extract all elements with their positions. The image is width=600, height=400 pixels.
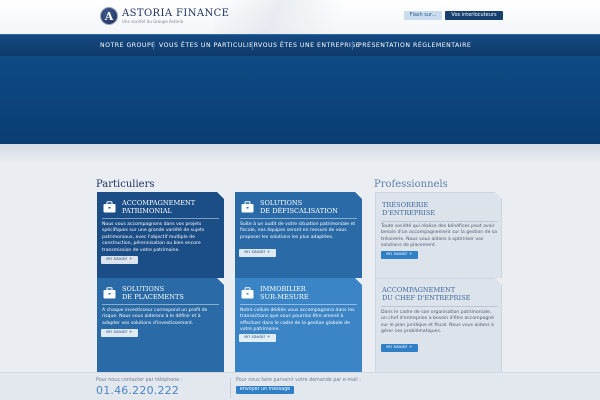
card-title: SOLUTIONS DE PLACEMENTS — [122, 285, 184, 301]
nav-item-entreprise[interactable]: VOUS ÊTES UNE ENTREPRISE — [258, 42, 360, 49]
phone-number[interactable]: 01.46.220.222 — [96, 384, 179, 397]
card-text: Notre cellule dédiée vous accompagnera d… — [240, 308, 355, 333]
card-divider — [102, 218, 219, 219]
briefcase-icon — [103, 201, 116, 213]
nav-separator — [252, 41, 253, 50]
phone-label: Pour nous contacter par téléphone : — [96, 378, 183, 383]
card-accompagnement-patrimonial[interactable]: ACCOMPAGNEMENT PATRIMONIAL Nous vous acc… — [97, 192, 224, 287]
logo[interactable]: A ASTORIA FINANCE Une société du Groupe … — [100, 7, 229, 25]
card-corner-fold — [495, 278, 502, 285]
card-title: ACCOMPAGNEMENT DU CHEF D'ENTREPRISE — [382, 286, 471, 302]
en-savoir-plus-button[interactable]: en savoir + — [381, 344, 418, 352]
card-corner-fold — [355, 192, 362, 199]
card-corner-fold — [495, 192, 502, 199]
card-solutions-placements[interactable]: SOLUTIONS DE PLACEMENTS A chaque investi… — [97, 278, 224, 373]
card-divider — [381, 221, 498, 222]
nav-separator — [153, 41, 154, 50]
card-corner-fold — [217, 278, 224, 285]
card-divider — [102, 304, 219, 305]
card-corner-fold — [355, 278, 362, 285]
logo-mark-icon: A — [100, 7, 118, 25]
nav-item-reglementaire[interactable]: PRÉSENTATION RÉGLEMENTAIRE — [358, 42, 471, 49]
en-savoir-plus-button[interactable]: en savoir + — [101, 329, 138, 337]
card-corner-fold — [217, 192, 224, 199]
mail-label: Pour nous faire parvenir votre demande p… — [236, 378, 361, 383]
card-text: Toute société qui réalise des bénéfices … — [381, 224, 498, 249]
card-accompagnement-chef-entreprise[interactable]: ACCOMPAGNEMENT DU CHEF D'ENTREPRISE Dans… — [375, 278, 502, 373]
particuliers-title: Particuliers — [96, 179, 155, 190]
professionnels-title: Professionnels — [374, 179, 448, 190]
card-title: IMMOBILIER SUR-MESURE — [260, 285, 309, 301]
en-savoir-plus-button[interactable]: en savoir + — [101, 256, 138, 264]
card-text: Suite à un audit de votre situation patr… — [240, 222, 356, 240]
card-title: SOLUTIONS DE DÉFISCALISATION — [260, 199, 338, 215]
card-divider — [240, 304, 357, 305]
main-nav: NOTRE GROUPE VOUS ÊTES UN PARTICULIER VO… — [0, 34, 600, 56]
en-savoir-plus-button[interactable]: en savoir + — [239, 249, 276, 257]
card-immobilier-sur-mesure[interactable]: IMMOBILIER SUR-MESURE Notre cellule dédi… — [235, 278, 362, 373]
card-text: Nous vous accompagnons dans vos projets … — [102, 222, 205, 253]
card-tresorerie-entreprise[interactable]: TRÉSORERIE D'ENTREPRISE Toute société qu… — [375, 192, 502, 287]
flash-button[interactable]: Flash sur... — [404, 11, 442, 20]
hero-banner — [0, 56, 600, 144]
site-header: A ASTORIA FINANCE Une société du Groupe … — [0, 0, 600, 34]
card-text: Dans le cadre de son organisation patrim… — [381, 310, 495, 335]
en-savoir-plus-button[interactable]: en savoir + — [381, 251, 418, 259]
card-title: TRÉSORERIE D'ENTREPRISE — [382, 201, 436, 217]
send-message-button[interactable]: envoyer un message — [236, 386, 294, 394]
card-title: ACCOMPAGNEMENT PATRIMONIAL — [122, 199, 196, 215]
logo-text: ASTORIA FINANCE Une société du Groupe As… — [122, 8, 229, 25]
briefcase-icon — [241, 201, 254, 213]
logo-name: ASTORIA FINANCE — [122, 7, 230, 19]
nav-item-notre-groupe[interactable]: NOTRE GROUPE — [100, 42, 156, 49]
content-fade — [0, 144, 600, 164]
card-divider — [240, 218, 357, 219]
logo-tagline: Une société du Groupe Astoria — [122, 18, 184, 24]
nav-separator — [352, 41, 353, 50]
en-savoir-plus-button[interactable]: en savoir + — [239, 334, 276, 342]
contacts-button[interactable]: Vos interlocuteurs — [445, 11, 503, 20]
card-solutions-defiscalisation[interactable]: SOLUTIONS DE DÉFISCALISATION Suite à un … — [235, 192, 362, 287]
footer-divider — [230, 378, 231, 398]
header-decoration — [215, 0, 365, 34]
site-footer — [0, 372, 600, 400]
briefcase-icon — [241, 287, 254, 299]
card-divider — [381, 306, 498, 307]
card-text: A chaque investisseur correspond un prof… — [102, 308, 208, 326]
briefcase-icon — [103, 287, 116, 299]
nav-item-particulier[interactable]: VOUS ÊTES UN PARTICULIER — [159, 42, 258, 49]
